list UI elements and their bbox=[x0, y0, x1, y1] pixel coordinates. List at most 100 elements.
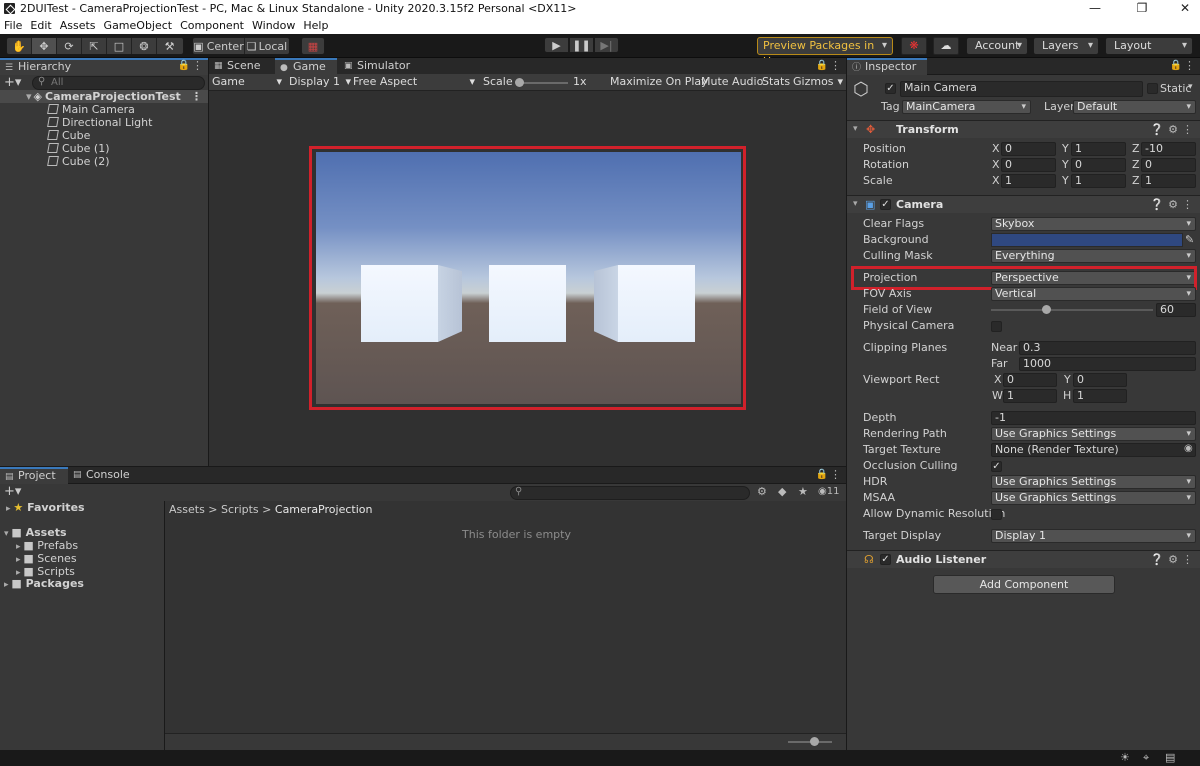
tab-scene[interactable]: ▦ Scene bbox=[209, 58, 273, 75]
pause-icon[interactable]: ❚❚ bbox=[569, 37, 594, 53]
camera-section-header[interactable]: ▾ ▣ ✓ Camera ❔ ⚙ ⋮ bbox=[847, 195, 1200, 213]
rotate-tool-icon[interactable]: ⟳ bbox=[57, 38, 82, 54]
breadcrumb-item[interactable]: CameraProjection bbox=[275, 503, 373, 516]
scale-slider-thumb[interactable] bbox=[515, 78, 524, 87]
move-tool-icon[interactable]: ✥ bbox=[32, 38, 57, 54]
hierarchy-item[interactable]: Main Camera bbox=[47, 103, 135, 116]
icon-size-slider-thumb[interactable] bbox=[810, 737, 819, 746]
preset-icon[interactable]: ⚙ bbox=[1168, 196, 1178, 213]
viewport-h-field[interactable]: 1 bbox=[1073, 389, 1127, 403]
depth-field[interactable]: -1 bbox=[991, 411, 1196, 425]
play-icon[interactable]: ▶ bbox=[544, 37, 569, 53]
help-icon[interactable]: ❔ bbox=[1150, 121, 1164, 138]
hdr-dropdown[interactable]: Use Graphics Settings bbox=[991, 475, 1196, 489]
chevron-down-icon[interactable]: ▾ bbox=[1188, 82, 1193, 92]
add-icon[interactable]: +▾ bbox=[4, 484, 21, 499]
rendering-path-dropdown[interactable]: Use Graphics Settings bbox=[991, 427, 1196, 441]
tab-console[interactable]: ▤ Console bbox=[68, 467, 138, 484]
kebab-menu-icon[interactable]: ⋮ bbox=[1182, 551, 1193, 568]
hierarchy-item[interactable]: Cube (2) bbox=[47, 155, 109, 168]
hierarchy-item[interactable]: Cube (1) bbox=[47, 142, 109, 155]
custom-tool-icon[interactable]: ⚒ bbox=[157, 38, 182, 54]
progress-icon[interactable]: ⌖ bbox=[1143, 751, 1149, 765]
lock-icon[interactable]: 🔒 bbox=[816, 469, 828, 480]
help-icon[interactable]: ❔ bbox=[1150, 196, 1164, 213]
folder-item[interactable]: ▸ ■ Prefabs bbox=[16, 539, 78, 552]
position-x-field[interactable]: 0 bbox=[1001, 142, 1056, 156]
occlusion-culling-checkbox[interactable]: ✓ bbox=[991, 461, 1002, 472]
msaa-dropdown[interactable]: Use Graphics Settings bbox=[991, 491, 1196, 505]
position-z-field[interactable]: -10 bbox=[1141, 142, 1196, 156]
tab-inspector[interactable]: ⓘ Inspector bbox=[847, 58, 927, 75]
transform-section-header[interactable]: ▾ ✥ Transform ❔ ⚙ ⋮ bbox=[847, 120, 1200, 138]
clear-flags-dropdown[interactable]: Skybox bbox=[991, 217, 1196, 231]
kebab-menu-icon[interactable]: ⋮ bbox=[1182, 121, 1193, 138]
step-icon[interactable]: ▶| bbox=[594, 37, 619, 53]
rect-tool-icon[interactable]: □ bbox=[107, 38, 132, 54]
viewport-y-field[interactable]: 0 bbox=[1073, 373, 1127, 387]
viewport-w-field[interactable]: 1 bbox=[1003, 389, 1057, 403]
scale-x-field[interactable]: 1 bbox=[1001, 174, 1056, 188]
close-icon[interactable]: ✕ bbox=[1170, 1, 1200, 15]
layer-dropdown[interactable]: Default bbox=[1073, 100, 1196, 114]
kebab-menu-icon[interactable]: ⋮ bbox=[830, 59, 841, 72]
preview-packages-button[interactable]: Preview Packages in Use bbox=[757, 37, 893, 68]
object-picker-icon[interactable]: ◉ bbox=[1184, 443, 1193, 454]
stats-button[interactable]: Stats bbox=[762, 74, 790, 90]
hidden-packages-icon[interactable]: ◉11 bbox=[818, 486, 839, 497]
fov-axis-dropdown[interactable]: Vertical bbox=[991, 287, 1196, 301]
hierarchy-item[interactable]: Cube bbox=[47, 129, 90, 142]
cloud-icon[interactable]: ☁ bbox=[933, 37, 959, 55]
help-icon[interactable]: ❔ bbox=[1150, 551, 1164, 568]
project-search[interactable] bbox=[510, 486, 750, 500]
layout-dropdown[interactable]: Layout bbox=[1105, 37, 1193, 55]
hand-tool-icon[interactable]: ✋ bbox=[7, 38, 32, 54]
maximize-icon[interactable]: ❐ bbox=[1127, 1, 1157, 15]
display-dropdown[interactable]: Display 1 ▾ bbox=[289, 74, 351, 90]
tab-game[interactable]: ● Game bbox=[275, 58, 337, 75]
position-y-field[interactable]: 1 bbox=[1071, 142, 1126, 156]
preset-icon[interactable]: ⚙ bbox=[1168, 551, 1178, 568]
folder-item[interactable]: ▸ ■ Scenes bbox=[16, 552, 77, 565]
lock-icon[interactable]: 🔒 bbox=[1170, 60, 1182, 71]
packages-folder[interactable]: ▸ ■ Packages bbox=[4, 577, 84, 590]
preset-icon[interactable]: ⚙ bbox=[1168, 121, 1178, 138]
gizmos-dropdown[interactable]: Gizmos ▾ bbox=[793, 74, 845, 90]
scene-menu-icon[interactable]: ⋮ bbox=[191, 90, 202, 103]
menu-assets[interactable]: Assets bbox=[56, 18, 100, 34]
menu-component[interactable]: Component bbox=[176, 18, 248, 34]
auto-generate-lighting-icon[interactable]: ☀ bbox=[1120, 751, 1130, 764]
fov-slider[interactable] bbox=[991, 309, 1153, 311]
pivot-local-button[interactable]: ❏ Local bbox=[245, 38, 289, 54]
menu-help[interactable]: Help bbox=[299, 18, 332, 34]
lock-icon[interactable]: 🔒 bbox=[816, 60, 828, 71]
eyedropper-icon[interactable]: ✎ bbox=[1185, 233, 1194, 246]
menu-window[interactable]: Window bbox=[248, 18, 299, 34]
hierarchy-search[interactable]: All bbox=[32, 76, 205, 90]
scale-y-field[interactable]: 1 bbox=[1071, 174, 1126, 188]
active-checkbox[interactable]: ✓ bbox=[885, 83, 896, 94]
rotation-y-field[interactable]: 0 bbox=[1071, 158, 1126, 172]
filter-type-icon[interactable]: ⚙ bbox=[757, 485, 767, 498]
kebab-menu-icon[interactable]: ⋮ bbox=[830, 468, 841, 481]
target-texture-field[interactable]: None (Render Texture) bbox=[991, 443, 1196, 457]
lock-icon[interactable]: 🔒 bbox=[178, 60, 190, 71]
near-field[interactable]: 0.3 bbox=[1019, 341, 1196, 355]
cache-server-icon[interactable]: ▤ bbox=[1165, 751, 1175, 764]
target-display-dropdown[interactable]: Display 1 bbox=[991, 529, 1196, 543]
tab-project[interactable]: ▤ Project bbox=[0, 467, 68, 484]
audio-listener-section-header[interactable]: ☊ ✓ Audio Listener ❔ ⚙ ⋮ bbox=[847, 550, 1200, 568]
kebab-menu-icon[interactable]: ⋮ bbox=[1184, 59, 1195, 72]
scale-tool-icon[interactable]: ⇱ bbox=[82, 38, 107, 54]
hierarchy-item[interactable]: Directional Light bbox=[47, 116, 152, 129]
physical-camera-checkbox[interactable] bbox=[991, 321, 1002, 332]
add-component-button[interactable]: Add Component bbox=[933, 575, 1115, 594]
fov-slider-thumb[interactable] bbox=[1042, 305, 1051, 314]
minimize-icon[interactable]: — bbox=[1080, 1, 1110, 15]
mute-audio-button[interactable]: Mute Audio bbox=[701, 74, 763, 90]
hierarchy-scene-row[interactable]: ▾ ◈ CameraProjectionTest ⋮ bbox=[0, 90, 208, 103]
breadcrumb-item[interactable]: Assets bbox=[169, 503, 205, 516]
fov-field[interactable]: 60 bbox=[1156, 303, 1196, 317]
assets-folder[interactable]: ▾ ■ Assets bbox=[4, 526, 67, 539]
rotation-x-field[interactable]: 0 bbox=[1001, 158, 1056, 172]
